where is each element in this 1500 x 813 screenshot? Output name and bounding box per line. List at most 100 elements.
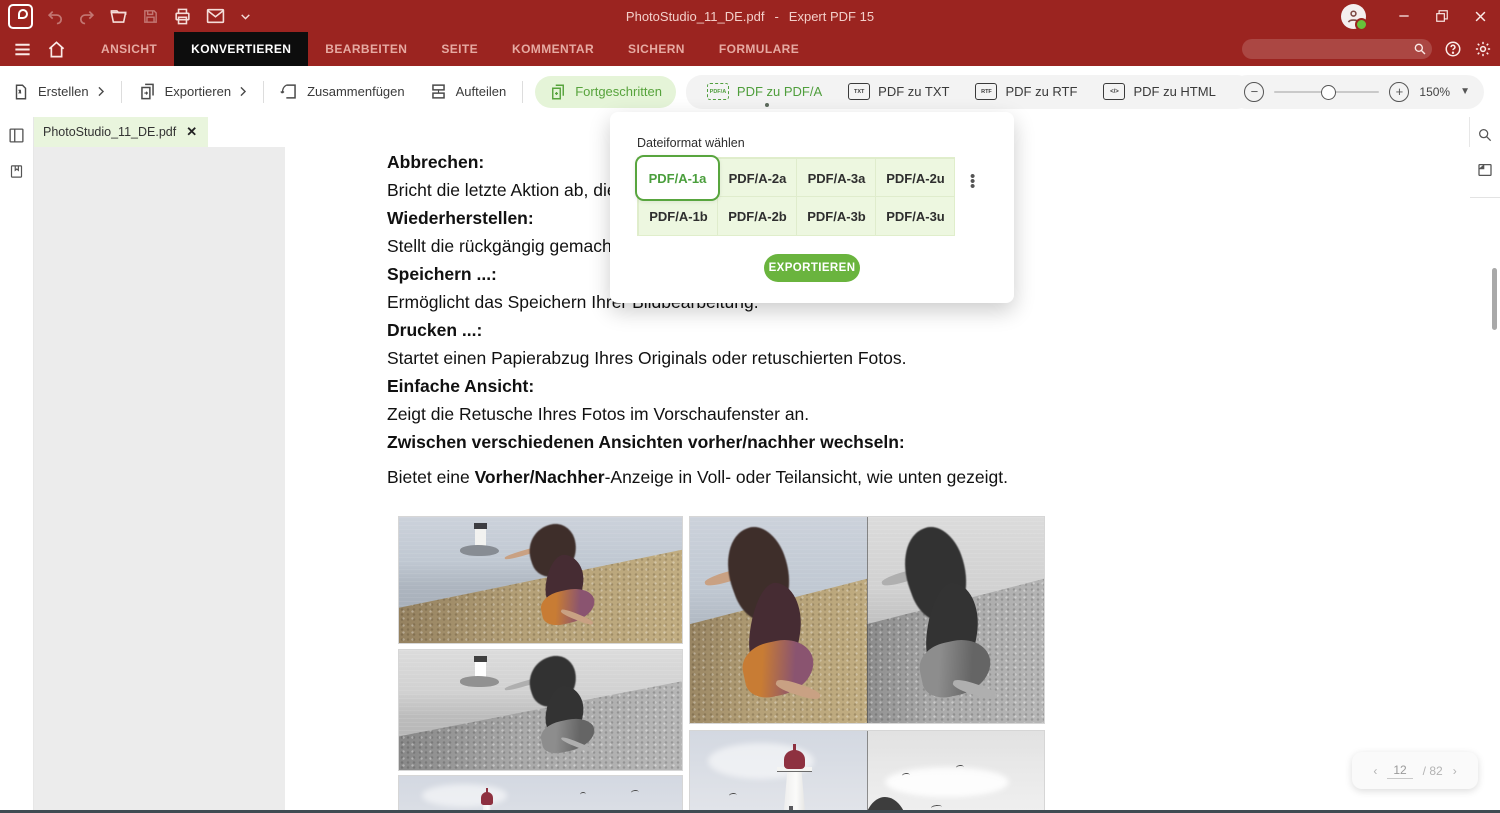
doc-heading: Einfache Ansicht: bbox=[387, 376, 534, 397]
photo-beach-split bbox=[690, 517, 1044, 723]
photo-lighthouse-strip bbox=[399, 776, 682, 810]
convert-toolbar: Erstellen Exportieren Zusammenfügen Auft… bbox=[0, 66, 1500, 118]
photo-lighthouse-split bbox=[690, 731, 1044, 813]
current-page-input[interactable]: 12 bbox=[1387, 763, 1412, 779]
doc-text: Bricht die letzte Aktion ab, die an bbox=[387, 180, 641, 201]
hamburger-menu-icon[interactable] bbox=[8, 35, 36, 63]
left-panel-strip bbox=[0, 117, 34, 813]
pdf-zu-pdfa-button[interactable]: PDF/A PDF zu PDF/A bbox=[694, 83, 835, 100]
doc-heading: Drucken ...: bbox=[387, 320, 482, 341]
search-input[interactable] bbox=[1242, 39, 1432, 59]
aufteilen-button[interactable]: Aufteilen bbox=[417, 82, 519, 101]
thumbnail-panel-icon[interactable] bbox=[1477, 162, 1493, 183]
doc-heading: Speichern ...: bbox=[387, 264, 497, 285]
fortgeschritten-button[interactable]: Fortgeschritten bbox=[535, 76, 676, 108]
tab-sichern[interactable]: SICHERN bbox=[611, 32, 702, 66]
quick-access-chevron-icon[interactable] bbox=[239, 10, 252, 23]
next-page-icon[interactable]: › bbox=[1453, 764, 1457, 778]
tab-formulare[interactable]: FORMULARE bbox=[702, 32, 816, 66]
format-option[interactable]: PDF/A-1b bbox=[638, 196, 718, 235]
more-formats-kebab-icon[interactable]: ••• bbox=[970, 174, 975, 189]
tab-seite[interactable]: SEITE bbox=[424, 32, 495, 66]
restore-button[interactable] bbox=[1428, 2, 1456, 30]
redo-icon[interactable] bbox=[78, 8, 95, 25]
format-option-selected[interactable]: PDF/A-1a bbox=[635, 155, 720, 201]
pdfa-format-dropdown: Dateiformat wählen PDF/A-2a PDF/A-3a PDF… bbox=[610, 112, 1014, 303]
doc-text: Zeigt die Retusche Ihres Fotos im Vorsch… bbox=[387, 404, 809, 425]
zoom-dropdown-chevron-icon[interactable]: ▼ bbox=[1460, 86, 1470, 97]
window-title-sep: - bbox=[774, 9, 778, 24]
active-dropdown-dot bbox=[765, 103, 769, 107]
ribbon-tabs: ANSICHT KONVERTIEREN BEARBEITEN SEITE KO… bbox=[84, 32, 816, 66]
erstellen-button[interactable]: Erstellen bbox=[0, 83, 117, 101]
toolbar-separator bbox=[121, 81, 122, 103]
split-icon bbox=[429, 82, 448, 101]
settings-gear-icon[interactable] bbox=[1474, 40, 1492, 58]
window-title-app: Expert PDF 15 bbox=[789, 9, 874, 24]
bookmark-icon[interactable] bbox=[9, 163, 24, 185]
help-icon[interactable] bbox=[1444, 40, 1462, 58]
vertical-scrollbar-thumb[interactable] bbox=[1492, 268, 1497, 330]
save-icon[interactable] bbox=[142, 8, 159, 25]
document-tab-label: PhotoStudio_11_DE.pdf bbox=[43, 125, 176, 139]
exportieren-button[interactable]: Exportieren bbox=[126, 82, 259, 101]
doc-text-mixed: Bietet eine Vorher/Nachher-Anzeige in Vo… bbox=[387, 467, 1008, 488]
toolbar-separator bbox=[263, 81, 264, 103]
minimize-button[interactable] bbox=[1390, 2, 1418, 30]
format-option[interactable]: PDF/A-2a bbox=[717, 158, 797, 197]
format-option[interactable]: PDF/A-2b bbox=[717, 196, 797, 235]
close-button[interactable] bbox=[1466, 2, 1494, 30]
panels-icon[interactable] bbox=[8, 127, 25, 149]
online-status-dot bbox=[1355, 18, 1368, 31]
zoom-slider-handle[interactable] bbox=[1321, 85, 1336, 100]
tab-konvertieren[interactable]: KONVERTIEREN bbox=[174, 32, 308, 66]
undo-icon[interactable] bbox=[47, 8, 64, 25]
page-navigator: ‹ 12 / 82 › bbox=[1352, 752, 1478, 789]
chevron-right-icon bbox=[239, 86, 247, 97]
toolbar-separator bbox=[522, 81, 523, 103]
format-option[interactable]: PDF/A-2u bbox=[875, 158, 955, 197]
mail-icon[interactable] bbox=[206, 8, 225, 24]
doc-text: Startet einen Papierabzug Ihres Original… bbox=[387, 348, 906, 369]
print-icon[interactable] bbox=[173, 7, 192, 26]
doc-heading: Abbrechen: bbox=[387, 152, 484, 173]
tab-kommentar[interactable]: KOMMENTAR bbox=[495, 32, 611, 66]
dropdown-title: Dateiformat wählen bbox=[637, 136, 745, 150]
format-option[interactable]: PDF/A-3a bbox=[796, 158, 876, 197]
format-option[interactable]: PDF/A-3b bbox=[796, 196, 876, 235]
advanced-icon bbox=[549, 83, 567, 101]
zoom-in-button[interactable]: + bbox=[1389, 82, 1409, 102]
convert-formats-group: PDF/A PDF zu PDF/A TXT PDF zu TXT RTF PD… bbox=[686, 75, 1254, 109]
close-tab-icon[interactable]: ✕ bbox=[186, 124, 197, 140]
tab-bearbeiten[interactable]: BEARBEITEN bbox=[308, 32, 424, 66]
photo-beach-before bbox=[399, 517, 682, 643]
zoom-level-value[interactable]: 150% bbox=[1419, 85, 1450, 99]
zoom-controls: − + 150% ▼ bbox=[1230, 75, 1484, 109]
pdf-zu-rtf-button[interactable]: RTF PDF zu RTF bbox=[962, 83, 1090, 100]
doc-heading: Zwischen verschiedenen Ansichten vorher/… bbox=[387, 432, 905, 453]
zusammenfuegen-button[interactable]: Zusammenfügen bbox=[268, 82, 417, 101]
document-tab[interactable]: PhotoStudio_11_DE.pdf ✕ bbox=[33, 117, 208, 147]
pdf-zu-txt-button[interactable]: TXT PDF zu TXT bbox=[835, 83, 962, 100]
prev-page-icon[interactable]: ‹ bbox=[1373, 764, 1377, 778]
exportieren-button[interactable]: EXPORTIEREN bbox=[764, 254, 860, 282]
home-icon[interactable] bbox=[42, 35, 70, 63]
pdf-zu-html-button[interactable]: </> PDF zu HTML bbox=[1090, 83, 1228, 100]
txt-chip-icon: TXT bbox=[848, 83, 870, 100]
search-document-icon[interactable] bbox=[1477, 127, 1493, 148]
chevron-right-icon bbox=[97, 86, 105, 97]
zoom-out-button[interactable]: − bbox=[1244, 82, 1264, 102]
menu-bar: ANSICHT KONVERTIEREN BEARBEITEN SEITE KO… bbox=[0, 32, 1500, 66]
user-avatar[interactable] bbox=[1341, 4, 1366, 29]
window-title-doc: PhotoStudio_11_DE.pdf bbox=[626, 9, 765, 24]
app-logo-icon bbox=[8, 4, 33, 29]
create-pdf-icon bbox=[12, 83, 30, 101]
zoom-slider[interactable] bbox=[1274, 91, 1379, 93]
tab-ansicht[interactable]: ANSICHT bbox=[84, 32, 174, 66]
title-bar: PhotoStudio_11_DE.pdf - Expert PDF 15 bbox=[0, 0, 1500, 32]
format-option[interactable]: PDF/A-3u bbox=[875, 196, 955, 235]
open-folder-icon[interactable] bbox=[109, 7, 128, 26]
doc-text: Stellt die rückgängig gemachte A bbox=[387, 236, 642, 257]
pdfa-chip-icon: PDF/A bbox=[707, 83, 729, 100]
merge-icon bbox=[280, 82, 299, 101]
